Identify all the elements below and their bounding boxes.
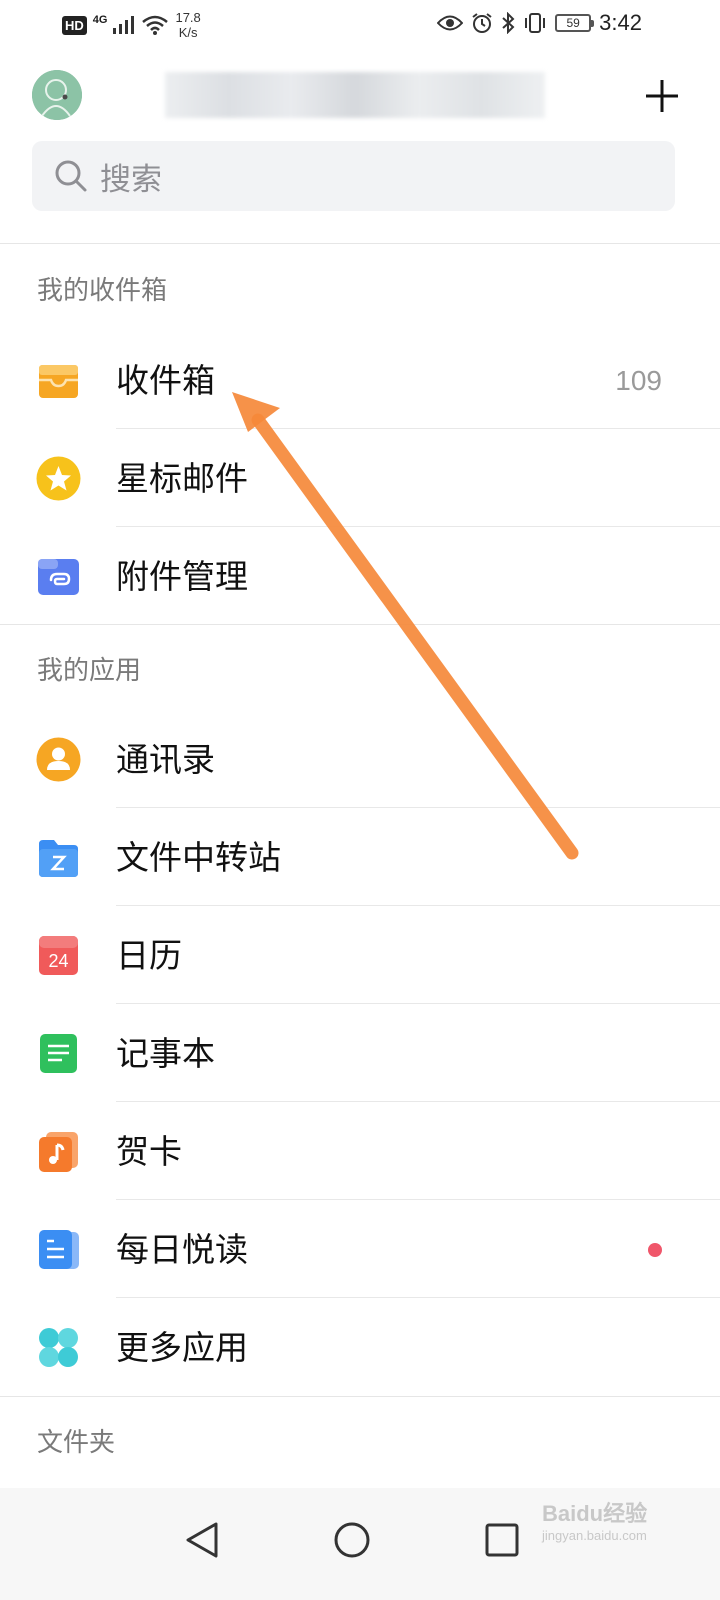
list-item-daily-reading[interactable]: 每日悦读 — [0, 1201, 720, 1299]
list-item-label: 日历 — [116, 936, 182, 975]
clock: 3:42 — [599, 10, 642, 35]
eye-icon — [437, 15, 464, 31]
divider — [116, 905, 720, 906]
contacts-icon — [36, 737, 81, 782]
list-item-notepad[interactable]: 记事本 — [0, 1005, 720, 1103]
network-speed: 17.8 K/s — [175, 10, 200, 40]
list-item-starred[interactable]: 星标邮件 — [0, 430, 720, 528]
folder-z-icon — [39, 840, 78, 877]
list-item-label: 收件箱 — [116, 361, 215, 400]
notepad-icon — [40, 1034, 77, 1073]
avatar[interactable] — [32, 70, 82, 120]
search-input[interactable]: 搜索 — [32, 141, 675, 211]
list-item-label: 通讯录 — [116, 740, 215, 779]
header — [0, 60, 720, 132]
list-item-label: 每日悦读 — [116, 1230, 248, 1269]
reading-icon — [39, 1230, 79, 1269]
inbox-tray-icon — [39, 365, 78, 398]
bluetooth-icon — [502, 12, 515, 34]
divider — [116, 1199, 720, 1200]
search-placeholder: 搜索 — [100, 161, 162, 198]
calendar-icon: 24 — [39, 936, 78, 975]
list-item-calendar[interactable]: 24 日历 — [0, 907, 720, 1005]
back-triangle-icon — [186, 1522, 218, 1558]
list-item-file-transfer[interactable]: 文件中转站 — [0, 809, 720, 907]
home-circle-icon — [334, 1522, 370, 1558]
list-item-label: 附件管理 — [116, 557, 248, 596]
status-bar: HD 4G 17.8 K/s 59 3:42 — [0, 0, 720, 50]
hd-badge: HD — [62, 15, 87, 35]
star-icon — [36, 456, 81, 501]
home-button[interactable] — [322, 1510, 382, 1570]
divider — [116, 807, 720, 808]
signal-icon — [113, 16, 135, 34]
recents-square-icon — [485, 1523, 519, 1557]
list-item-greeting-card[interactable]: 贺卡 — [0, 1103, 720, 1201]
list-item-label: 贺卡 — [116, 1132, 182, 1171]
divider — [116, 526, 720, 527]
avatar-icon — [32, 70, 82, 120]
list-item-label: 文件中转站 — [116, 838, 281, 877]
watermark-brand: Baidu经验 — [542, 1501, 648, 1526]
speed-value: 17.8 — [175, 10, 201, 25]
divider — [0, 1396, 720, 1397]
list-item-label: 更多应用 — [116, 1328, 248, 1367]
recents-button[interactable] — [472, 1510, 532, 1570]
calendar-day: 24 — [48, 951, 68, 971]
unread-count: 109 — [615, 365, 662, 396]
divider — [0, 243, 720, 244]
account-name-blurred — [165, 72, 545, 118]
paperclip-folder-icon — [38, 559, 79, 595]
add-button[interactable] — [640, 74, 684, 118]
divider — [116, 428, 720, 429]
list-item-label: 记事本 — [116, 1034, 215, 1073]
network-type: 4G — [92, 14, 108, 26]
watermark-url: jingyan.baidu.com — [542, 1528, 647, 1543]
status-left: HD 4G 17.8 K/s — [62, 10, 201, 40]
wifi-icon — [142, 15, 169, 35]
list-item-contacts[interactable]: 通讯录 — [0, 711, 720, 809]
more-apps-icon — [39, 1328, 78, 1367]
status-right: 59 3:42 — [437, 10, 642, 36]
section-title-inbox: 我的收件箱 — [37, 276, 168, 306]
search-icon — [55, 160, 87, 192]
music-card-icon — [39, 1132, 78, 1172]
list-item-inbox[interactable]: 收件箱 109 — [0, 332, 720, 430]
divider — [116, 1101, 720, 1102]
list-item-attachments[interactable]: 附件管理 — [0, 528, 720, 626]
divider — [116, 1297, 720, 1298]
battery-indicator: 59 — [555, 14, 595, 32]
new-badge-dot — [648, 1243, 662, 1257]
divider — [116, 1003, 720, 1004]
section-title-apps: 我的应用 — [37, 656, 142, 686]
alarm-icon — [472, 13, 492, 33]
baidu-watermark: Baidu经验 jingyan.baidu.com — [542, 1496, 647, 1543]
vibrate-icon — [525, 13, 546, 33]
section-title-folders: 文件夹 — [37, 1428, 116, 1458]
list-item-label: 星标邮件 — [116, 459, 248, 498]
divider — [0, 624, 720, 625]
list-item-more-apps[interactable]: 更多应用 — [0, 1299, 720, 1397]
plus-icon — [646, 80, 678, 112]
back-button[interactable] — [172, 1510, 232, 1570]
speed-unit: K/s — [178, 25, 198, 40]
